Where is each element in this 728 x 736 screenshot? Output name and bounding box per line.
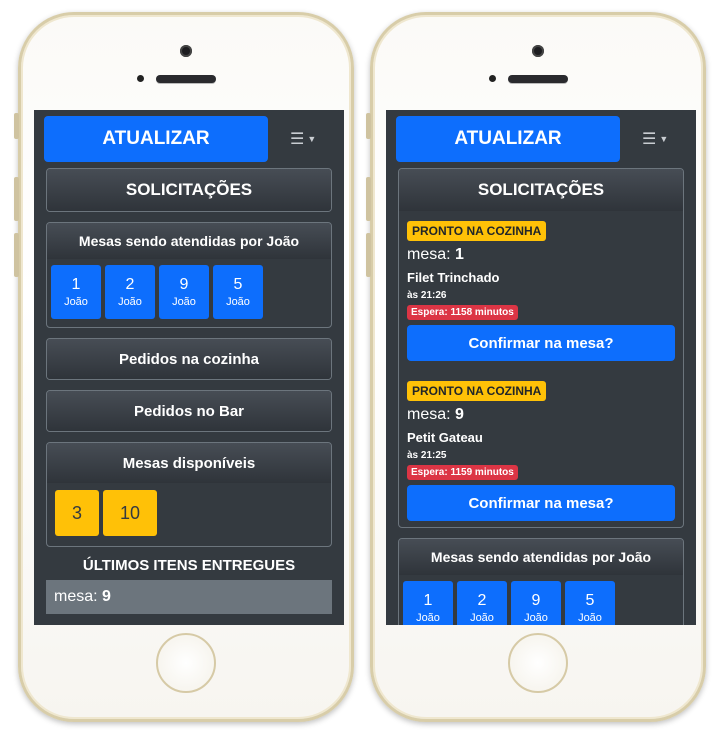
table-number: 5 xyxy=(233,276,243,293)
served-tables-card: Mesas sendo atendidas por João 1 João 2 … xyxy=(398,538,684,625)
top-bar: ATUALIZAR ☰ ▼ xyxy=(34,110,344,168)
table-tile[interactable]: 1 João xyxy=(51,265,101,319)
menu-toggle[interactable]: ☰ ▼ xyxy=(290,128,324,150)
item-time: às 21:26 xyxy=(407,290,447,301)
earpiece-speaker xyxy=(508,75,568,83)
app-screen-left: ATUALIZAR ☰ ▼ SOLICITAÇÕES Mesas sendo at… xyxy=(34,110,344,625)
hamburger-icon: ☰ xyxy=(642,131,657,148)
order-table: mesa: 1 xyxy=(407,246,675,264)
available-table-tile[interactable]: 10 xyxy=(103,490,157,536)
table-number: 9 xyxy=(531,592,541,609)
mesa-label: mesa: xyxy=(407,406,451,423)
table-number: 2 xyxy=(125,276,135,293)
waiter-name: João xyxy=(118,296,142,308)
phone-left: ATUALIZAR ☰ ▼ SOLICITAÇÕES Mesas sendo at… xyxy=(14,12,354,722)
caret-down-icon: ▼ xyxy=(307,134,317,144)
mesa-label: mesa: xyxy=(407,246,451,263)
app-screen-right: ATUALIZAR ☰ ▼ SOLICITAÇÕES PRONTO NA COZI… xyxy=(386,110,696,625)
bar-orders-title: Pedidos no Bar xyxy=(47,391,331,431)
wait-badge: Espera: 1159 minutos xyxy=(407,465,518,480)
volume-up-button xyxy=(14,177,19,221)
waiter-name: João xyxy=(524,612,548,624)
bar-orders-card[interactable]: Pedidos no Bar xyxy=(46,390,332,432)
home-button[interactable] xyxy=(156,633,216,693)
served-tables-title: Mesas sendo atendidas por João xyxy=(399,539,683,575)
waiter-name: João xyxy=(470,612,494,624)
table-tile[interactable]: 9 João xyxy=(511,581,561,625)
refresh-button[interactable]: ATUALIZAR xyxy=(44,116,268,162)
volume-down-button xyxy=(14,233,19,277)
table-number: 1 xyxy=(423,592,433,609)
menu-toggle[interactable]: ☰ ▼ xyxy=(642,128,676,150)
table-tile[interactable]: 2 João xyxy=(105,265,155,319)
front-camera xyxy=(180,45,192,57)
solicitacoes-card: SOLICITAÇÕES PRONTO NA COZINHA mesa: 1 F… xyxy=(398,168,684,528)
last-delivered-item: mesa: 9 xyxy=(46,580,332,614)
order-item: PRONTO NA COZINHA mesa: 1 Filet Trinchad… xyxy=(399,211,683,367)
table-tile[interactable]: 5 João xyxy=(213,265,263,319)
proximity-sensor xyxy=(489,75,496,82)
order-table: mesa: 9 xyxy=(407,406,675,424)
solicitacoes-card[interactable]: SOLICITAÇÕES xyxy=(46,168,332,212)
table-tile[interactable]: 2 João xyxy=(457,581,507,625)
mesa-label: mesa: xyxy=(54,588,98,605)
proximity-sensor xyxy=(137,75,144,82)
served-tables-title: Mesas sendo atendidas por João xyxy=(47,223,331,259)
mesa-number: 1 xyxy=(455,246,464,263)
volume-down-button xyxy=(366,233,371,277)
mute-switch xyxy=(14,113,19,139)
served-tables-list: 1 João 2 João 9 João 5 João xyxy=(399,575,683,625)
waiter-name: João xyxy=(578,612,602,624)
solicitacoes-title: SOLICITAÇÕES xyxy=(399,169,683,211)
table-number: 2 xyxy=(477,592,487,609)
phone-right: ATUALIZAR ☰ ▼ SOLICITAÇÕES PRONTO NA COZI… xyxy=(366,12,706,722)
earpiece-speaker xyxy=(156,75,216,83)
mute-switch xyxy=(366,113,371,139)
served-tables-list: 1 João 2 João 9 João 5 João xyxy=(47,259,331,327)
available-table-tile[interactable]: 3 xyxy=(55,490,99,536)
confirm-button[interactable]: Confirmar na mesa? xyxy=(407,325,675,361)
table-number: 9 xyxy=(179,276,189,293)
available-tables-title: Mesas disponíveis xyxy=(47,443,331,483)
mesa-number: 9 xyxy=(102,588,111,605)
waiter-name: João xyxy=(226,296,250,308)
solicitacoes-title: SOLICITAÇÕES xyxy=(47,169,331,211)
status-badge: PRONTO NA COZINHA xyxy=(407,221,547,241)
last-delivered-title: ÚLTIMOS ITENS ENTREGUES xyxy=(82,557,296,574)
available-tables-list: 3 10 xyxy=(47,483,331,546)
item-name: Filet Trinchado xyxy=(407,270,500,285)
served-tables-card: Mesas sendo atendidas por João 1 João 2 … xyxy=(46,222,332,328)
item-name: Petit Gateau xyxy=(407,430,483,445)
table-tile[interactable]: 1 João xyxy=(403,581,453,625)
volume-up-button xyxy=(366,177,371,221)
order-item: PRONTO NA COZINHA mesa: 9 Petit Gateau à… xyxy=(399,367,683,527)
item-time: às 21:25 xyxy=(407,450,447,461)
caret-down-icon: ▼ xyxy=(659,134,669,144)
front-camera xyxy=(532,45,544,57)
table-number: 5 xyxy=(585,592,595,609)
table-number: 1 xyxy=(71,276,81,293)
home-button[interactable] xyxy=(508,633,568,693)
hamburger-icon: ☰ xyxy=(290,131,305,148)
waiter-name: João xyxy=(416,612,440,624)
kitchen-orders-card[interactable]: Pedidos na cozinha xyxy=(46,338,332,380)
waiter-name: João xyxy=(64,296,88,308)
top-bar: ATUALIZAR ☰ ▼ xyxy=(386,110,696,168)
available-tables-card: Mesas disponíveis 3 10 xyxy=(46,442,332,547)
table-tile[interactable]: 5 João xyxy=(565,581,615,625)
kitchen-orders-title: Pedidos na cozinha xyxy=(47,339,331,379)
confirm-button[interactable]: Confirmar na mesa? xyxy=(407,485,675,521)
waiter-name: João xyxy=(172,296,196,308)
refresh-button[interactable]: ATUALIZAR xyxy=(396,116,620,162)
wait-badge: Espera: 1158 minutos xyxy=(407,305,518,320)
table-tile[interactable]: 9 João xyxy=(159,265,209,319)
status-badge: PRONTO NA COZINHA xyxy=(407,381,547,401)
mesa-number: 9 xyxy=(455,406,464,423)
